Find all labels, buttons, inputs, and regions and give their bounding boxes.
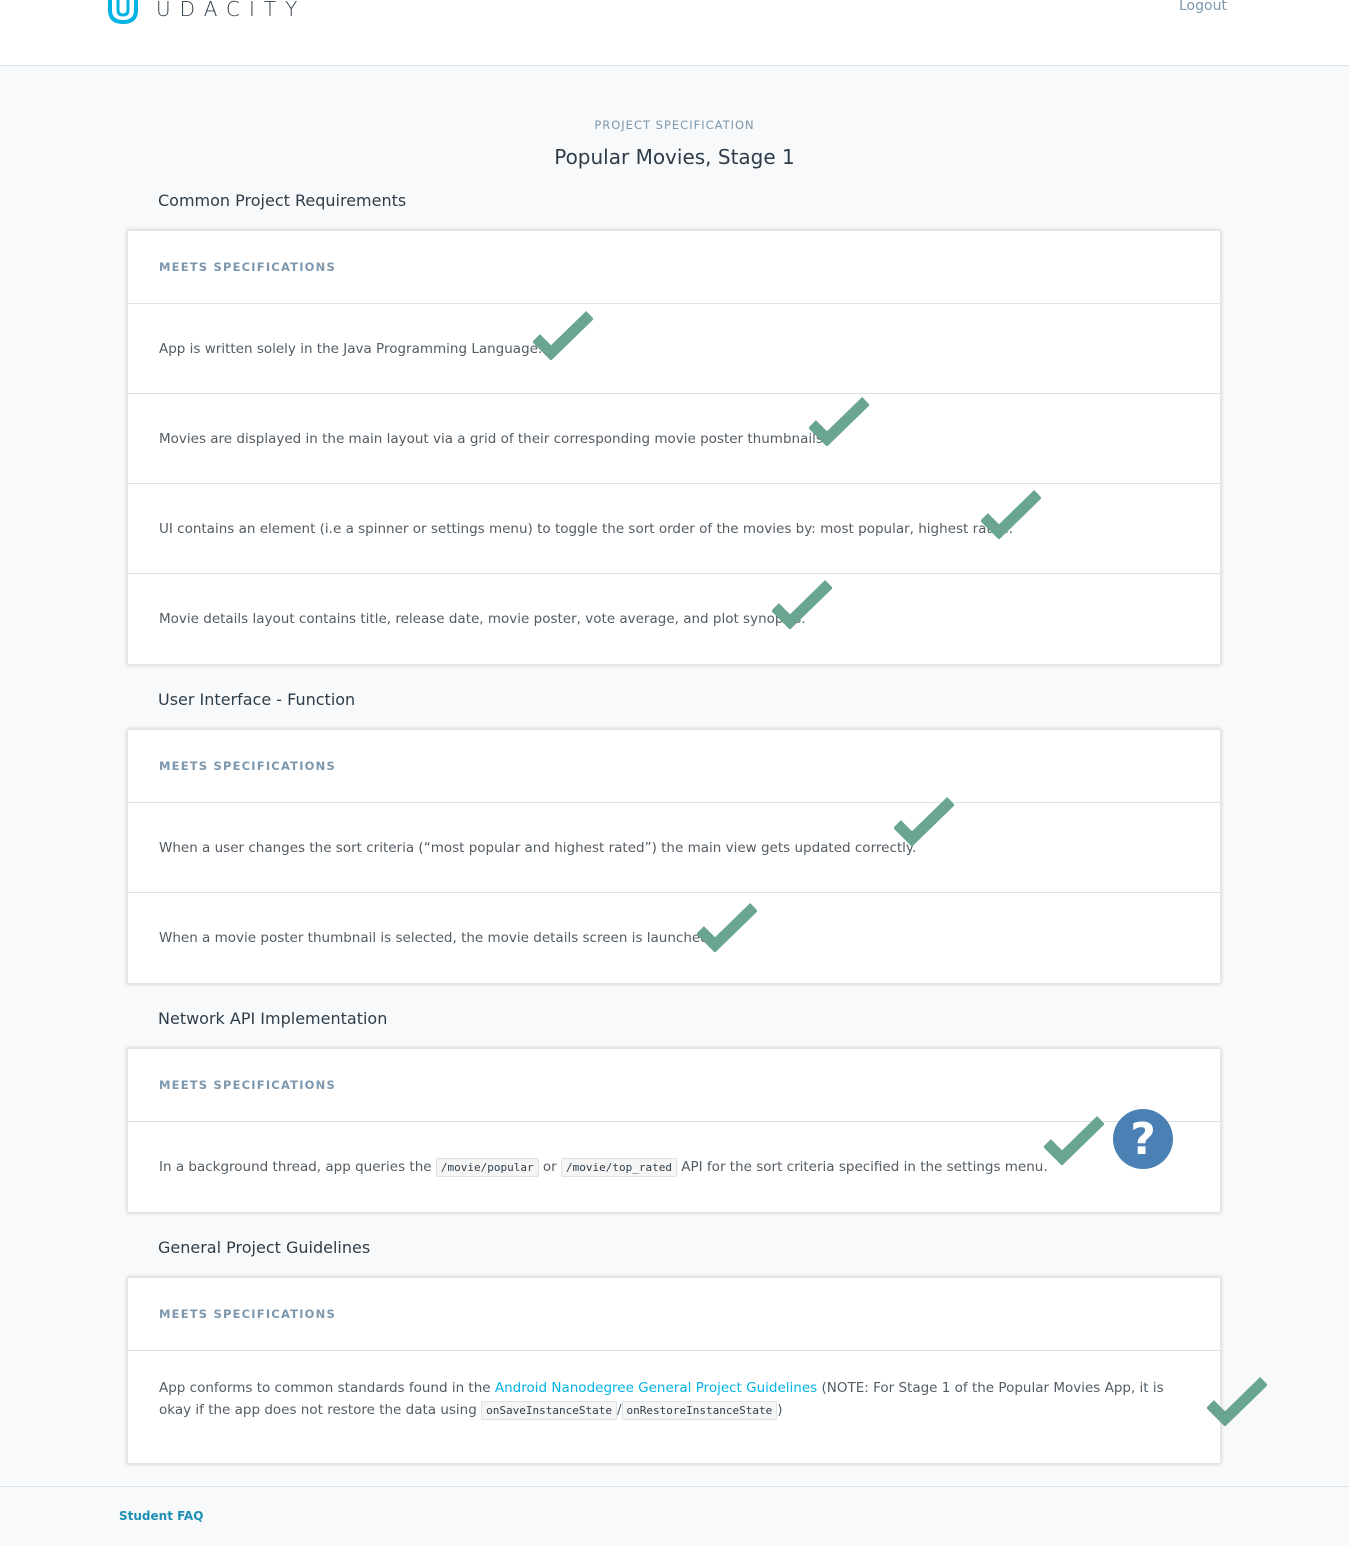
rubric-criterion-text: App conforms to common standards found i… — [159, 1377, 1200, 1422]
meets-specifications-label: MEETS SPECIFICATIONS — [159, 759, 336, 773]
rubric-card-general-guidelines: MEETS SPECIFICATIONS App conforms to com… — [127, 1277, 1221, 1464]
criterion-text-before: App conforms to common standards found i… — [159, 1380, 491, 1396]
rubric-card-header: MEETS SPECIFICATIONS — [128, 231, 1220, 304]
code-on-save-instance-state: onSaveInstanceState — [481, 1401, 617, 1420]
check-icon — [533, 311, 593, 360]
rubric-row: Movie details layout contains title, rel… — [128, 574, 1220, 664]
section-title-user-interface: User Interface - Function — [158, 690, 356, 709]
check-icon — [981, 490, 1041, 539]
criterion-text-after: API for the sort criteria specified in t… — [681, 1158, 1048, 1175]
page-eyebrow: PROJECT SPECIFICATION — [594, 118, 755, 132]
rubric-row: In a background thread, app queries the … — [128, 1109, 1220, 1212]
meets-specifications-label: MEETS SPECIFICATIONS — [159, 260, 336, 274]
page-footer: Student FAQ — [0, 1486, 1349, 1546]
meets-specifications-label: MEETS SPECIFICATIONS — [159, 1307, 336, 1321]
rubric-criterion-text: When a user changes the sort criteria (“… — [159, 839, 917, 856]
rubric-row: Movies are displayed in the main layout … — [128, 394, 1220, 484]
rubric-row: App is written solely in the Java Progra… — [128, 304, 1220, 394]
rubric-card-header: MEETS SPECIFICATIONS — [128, 1049, 1220, 1122]
student-faq-link[interactable]: Student FAQ — [119, 1509, 203, 1523]
check-icon — [1044, 1116, 1104, 1165]
rubric-row: App conforms to common standards found i… — [128, 1351, 1220, 1463]
check-icon — [894, 797, 954, 846]
section-title-common-requirements: Common Project Requirements — [158, 191, 407, 210]
check-icon — [809, 397, 869, 446]
question-icon[interactable]: ? — [1113, 1109, 1173, 1169]
rubric-card-header: MEETS SPECIFICATIONS — [128, 730, 1220, 803]
logout-link[interactable]: Logout — [1179, 0, 1227, 14]
rubric-card-header: MEETS SPECIFICATIONS — [128, 1278, 1220, 1351]
rubric-criterion-text: In a background thread, app queries the … — [159, 1156, 1048, 1179]
rubric-row: When a movie poster thumbnail is selecte… — [128, 893, 1220, 983]
rubric-criterion-text: UI contains an element (i.e a spinner or… — [159, 520, 1013, 537]
rubric-row: UI contains an element (i.e a spinner or… — [128, 484, 1220, 574]
rubric-criterion-text: Movie details layout contains title, rel… — [159, 611, 806, 627]
criterion-text-before: In a background thread, app queries the — [159, 1158, 432, 1175]
meets-specifications-label: MEETS SPECIFICATIONS — [159, 1078, 336, 1092]
guidelines-link[interactable]: Android Nanodegree General Project Guide… — [495, 1380, 817, 1396]
rubric-criterion-text: Movies are displayed in the main layout … — [159, 430, 828, 447]
check-icon — [1207, 1377, 1267, 1426]
udacity-logo[interactable]: UDACITY — [104, 0, 306, 26]
udacity-logo-icon — [108, 0, 138, 25]
criterion-text-after: ) — [777, 1402, 783, 1418]
rubric-criterion-text: When a movie poster thumbnail is selecte… — [159, 930, 714, 946]
rubric-card-common-requirements: MEETS SPECIFICATIONS App is written sole… — [127, 230, 1221, 665]
code-on-restore-instance-state: onRestoreInstanceState — [621, 1401, 778, 1420]
check-icon — [772, 580, 832, 629]
top-navigation-bar: UDACITY Logout — [0, 0, 1349, 66]
rubric-criterion-text: App is written solely in the Java Progra… — [159, 340, 543, 357]
page-title: Popular Movies, Stage 1 — [554, 145, 795, 169]
section-title-network-api: Network API Implementation — [158, 1009, 388, 1028]
code-separator: / — [616, 1402, 622, 1418]
rubric-row: When a user changes the sort criteria (“… — [128, 797, 1220, 893]
code-movie-top-rated: /movie/top_rated — [561, 1157, 677, 1177]
section-title-general-guidelines: General Project Guidelines — [158, 1238, 371, 1257]
logo-text: UDACITY — [156, 0, 307, 21]
code-movie-popular: /movie/popular — [435, 1157, 539, 1177]
rubric-card-network-api: MEETS SPECIFICATIONS In a background thr… — [127, 1048, 1221, 1213]
check-icon — [697, 903, 757, 952]
criterion-text-mid: or — [542, 1158, 557, 1175]
rubric-card-user-interface: MEETS SPECIFICATIONS When a user changes… — [127, 729, 1221, 984]
